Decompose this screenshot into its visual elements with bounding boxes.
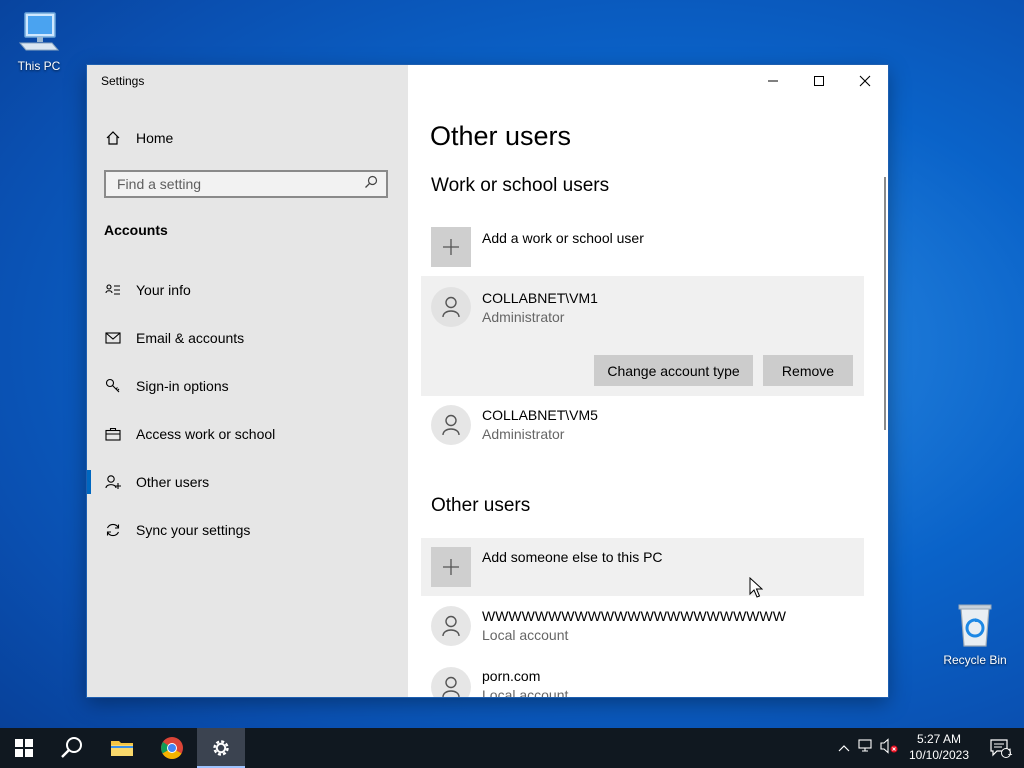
sidebar-item-label: Your info bbox=[136, 282, 191, 298]
user-avatar-icon bbox=[431, 405, 471, 445]
volume-muted-icon[interactable] bbox=[880, 737, 900, 759]
contact-card-icon bbox=[104, 281, 122, 299]
sidebar-item-label: Email & accounts bbox=[136, 330, 245, 346]
desktop-icon-this-pc[interactable]: This PC bbox=[4, 10, 74, 73]
add-someone-button[interactable]: Add someone else to this PC bbox=[421, 538, 864, 596]
chrome-icon bbox=[161, 737, 183, 759]
add-person-icon bbox=[104, 473, 122, 491]
user-role: Administrator bbox=[482, 426, 565, 442]
chevron-up-icon[interactable] bbox=[838, 739, 850, 757]
user-avatar-icon bbox=[431, 667, 471, 697]
user-row-vm5[interactable]: COLLABNET\VM5 Administrator bbox=[421, 399, 864, 455]
sidebar-item-email-accounts[interactable]: Email & accounts bbox=[87, 318, 408, 358]
user-role: Local account bbox=[482, 687, 569, 697]
add-someone-label: Add someone else to this PC bbox=[482, 549, 663, 565]
briefcase-icon bbox=[104, 425, 122, 443]
work-section-title: Work or school users bbox=[431, 175, 610, 196]
desktop-icon-recycle-bin[interactable]: Recycle Bin bbox=[940, 602, 1010, 667]
section-label: Accounts bbox=[104, 222, 168, 238]
recycle-bin-icon bbox=[958, 604, 992, 647]
page-title: Other users bbox=[430, 121, 572, 151]
sidebar-item-access-work-school[interactable]: Access work or school bbox=[87, 414, 408, 454]
computer-icon bbox=[18, 12, 60, 51]
sidebar-item-other-users[interactable]: Other users bbox=[87, 462, 408, 502]
network-icon[interactable] bbox=[858, 738, 874, 758]
user-name: COLLABNET\VM1 bbox=[482, 290, 598, 306]
search-input[interactable] bbox=[115, 175, 359, 193]
user-name: COLLABNET\VM5 bbox=[482, 407, 598, 423]
user-avatar-icon bbox=[431, 606, 471, 646]
sidebar-item-sign-in-options[interactable]: Sign-in options bbox=[87, 366, 408, 406]
key-icon bbox=[104, 377, 122, 395]
clock[interactable]: 5:27 AM 10/10/2023 bbox=[905, 731, 973, 763]
sync-icon bbox=[104, 521, 122, 539]
window-title: Settings bbox=[101, 74, 145, 88]
desktop-icon-label: Recycle Bin bbox=[943, 653, 1007, 667]
desktop-icon-label: This PC bbox=[17, 59, 61, 73]
clock-date: 10/10/2023 bbox=[908, 748, 970, 762]
taskbar-settings[interactable] bbox=[197, 728, 245, 768]
sidebar-item-label: Access work or school bbox=[136, 426, 276, 442]
content-pane: Other users Work or school users Add a w… bbox=[408, 65, 888, 697]
gear-icon bbox=[213, 740, 229, 756]
user-role: Local account bbox=[482, 627, 569, 643]
sidebar-item-label: Sign-in options bbox=[136, 378, 229, 394]
sidebar-item-home[interactable]: Home bbox=[87, 118, 408, 158]
plus-icon bbox=[431, 547, 471, 587]
search-box[interactable] bbox=[104, 170, 388, 198]
clock-time: 5:27 AM bbox=[916, 732, 962, 746]
system-tray bbox=[838, 728, 900, 768]
user-avatar-icon bbox=[431, 287, 471, 327]
user-row-local-1[interactable]: WWWWWWWWWWWWWWWWWWWWWWW Local account bbox=[421, 599, 864, 655]
remove-button[interactable]: Remove bbox=[763, 355, 853, 386]
search-icon[interactable] bbox=[364, 175, 378, 194]
search-icon bbox=[61, 737, 82, 758]
settings-window: Settings Home Accounts Your info Email bbox=[87, 65, 888, 697]
taskbar-chrome[interactable] bbox=[148, 728, 196, 768]
sidebar-item-label: Sync your settings bbox=[136, 522, 251, 538]
taskbar-file-explorer[interactable] bbox=[98, 728, 146, 768]
plus-icon bbox=[431, 227, 471, 267]
taskbar: 5:27 AM 10/10/2023 1 bbox=[0, 728, 1024, 768]
user-name: porn.com bbox=[482, 668, 541, 684]
mouse-cursor-icon bbox=[749, 577, 763, 598]
folder-icon bbox=[111, 741, 133, 756]
user-role: Administrator bbox=[482, 309, 565, 325]
user-row-vm1[interactable]: COLLABNET\VM1 Administrator Change accou… bbox=[421, 276, 864, 396]
windows-logo-icon bbox=[15, 739, 33, 757]
taskbar-search-button[interactable] bbox=[48, 728, 96, 768]
sidebar-item-label: Home bbox=[136, 130, 174, 146]
change-account-type-button[interactable]: Change account type bbox=[594, 355, 753, 386]
scrollbar-thumb[interactable] bbox=[884, 177, 886, 430]
other-section-title: Other users bbox=[431, 495, 531, 516]
sidebar: Settings Home Accounts Your info Email bbox=[87, 65, 408, 697]
sidebar-item-sync-settings[interactable]: Sync your settings bbox=[87, 510, 408, 550]
home-icon bbox=[104, 129, 122, 147]
add-work-user-button[interactable]: Add a work or school user bbox=[421, 217, 864, 273]
action-center-button[interactable]: 1 bbox=[976, 728, 1024, 768]
mail-icon bbox=[104, 329, 122, 347]
sidebar-item-your-info[interactable]: Your info bbox=[87, 270, 408, 310]
user-row-local-2[interactable]: porn.com Local account bbox=[421, 659, 864, 697]
add-work-user-label: Add a work or school user bbox=[482, 230, 644, 246]
user-name: WWWWWWWWWWWWWWWWWWWWWWW bbox=[482, 608, 786, 624]
start-button[interactable] bbox=[0, 728, 48, 768]
notification-count: 1 bbox=[1007, 747, 1013, 757]
sidebar-item-label: Other users bbox=[136, 474, 210, 490]
